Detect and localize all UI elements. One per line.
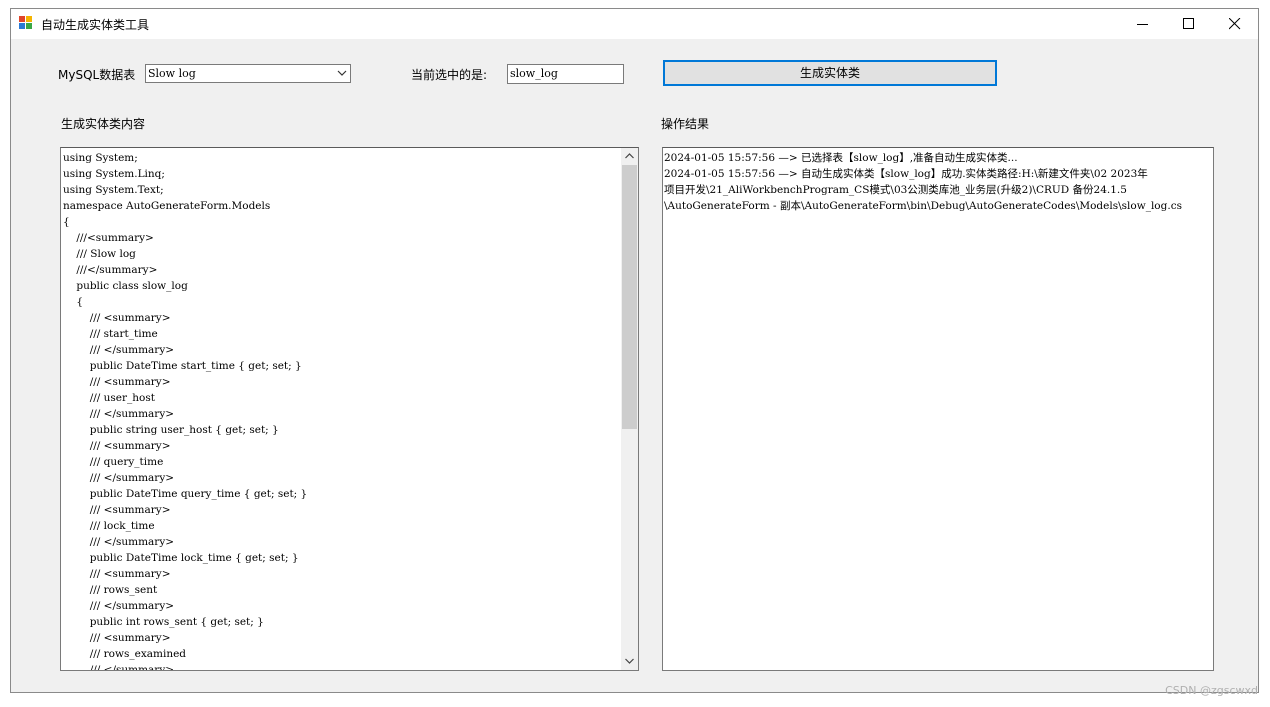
code-line: /// </summary>	[63, 408, 175, 420]
chevron-down-icon[interactable]	[337, 70, 347, 77]
maximize-button[interactable]	[1166, 9, 1212, 39]
chevron-up-icon	[625, 153, 634, 159]
code-line: /// start_time	[63, 328, 158, 340]
table-label: MySQL数据表	[58, 68, 136, 82]
app-icon	[19, 16, 33, 30]
code-panel-label: 生成实体类内容	[61, 117, 146, 131]
code-line: using System;	[63, 152, 138, 164]
result-line: 2024-01-05 15:57:56 —> 已选择表【slow_log】,准备…	[664, 152, 1018, 164]
result-lines: 2024-01-05 15:57:56 —> 已选择表【slow_log】,准备…	[664, 150, 1211, 214]
result-line: 项目开发\21_AliWorkbenchProgram_CS模式\03公测类库池…	[664, 184, 1127, 196]
code-line: public string user_host { get; set; }	[63, 424, 279, 436]
code-line: public int rows_sent { get; set; }	[63, 616, 264, 628]
code-line: /// </summary>	[63, 664, 175, 671]
app-window: 自动生成实体类工具 MySQL数据表 Slow log 当前选中的是: slow…	[10, 8, 1259, 693]
code-line: /// query_time	[63, 456, 164, 468]
generated-code-textbox[interactable]: using System; using System.Linq; using Sys…	[60, 147, 639, 671]
code-line: using System.Text;	[63, 184, 164, 196]
code-line: /// <summary>	[63, 632, 171, 644]
scroll-down-button[interactable]	[621, 653, 638, 670]
result-panel-label: 操作结果	[661, 117, 710, 131]
code-line: /// user_host	[63, 392, 155, 404]
scroll-up-button[interactable]	[621, 148, 638, 165]
code-line: public class slow_log	[63, 280, 188, 292]
watermark: CSDN @zgscwxd	[1165, 684, 1258, 697]
chevron-down-icon	[625, 658, 634, 664]
close-button[interactable]	[1212, 9, 1258, 39]
code-line: using System.Linq;	[63, 168, 165, 180]
selected-label: 当前选中的是:	[411, 68, 488, 82]
code-line: namespace AutoGenerateForm.Models	[63, 200, 271, 212]
code-line: public DateTime start_time { get; set; }	[63, 360, 302, 372]
code-line: /// rows_examined	[63, 648, 187, 660]
code-line: /// </summary>	[63, 536, 175, 548]
code-line: /// </summary>	[63, 600, 175, 612]
code-line: /// <summary>	[63, 568, 171, 580]
generate-entity-button[interactable]: 生成实体类	[663, 60, 997, 86]
code-line: {	[63, 296, 84, 308]
result-line: \AutoGenerateForm - 副本\AutoGenerateForm\…	[664, 200, 1182, 212]
result-line: 2024-01-05 15:57:56 —> 自动生成实体类【slow_log】…	[664, 168, 1148, 180]
result-log-textbox[interactable]: 2024-01-05 15:57:56 —> 已选择表【slow_log】,准备…	[662, 147, 1214, 671]
selected-table-field[interactable]: slow_log	[507, 64, 624, 84]
code-line: /// <summary>	[63, 440, 171, 452]
code-line: ///</summary>	[63, 264, 158, 276]
code-scrollbar[interactable]	[621, 148, 638, 670]
code-line: /// <summary>	[63, 376, 171, 388]
table-select[interactable]: Slow log	[145, 64, 351, 83]
code-line: public DateTime query_time { get; set; }	[63, 488, 308, 500]
maximize-icon	[1183, 18, 1194, 29]
minimize-button[interactable]	[1120, 9, 1166, 39]
minimize-icon	[1137, 24, 1148, 25]
code-lines: using System; using System.Linq; using Sys…	[63, 150, 620, 671]
scroll-thumb[interactable]	[622, 165, 637, 429]
code-line: /// Slow log	[63, 248, 136, 260]
code-line: ///<summary>	[63, 232, 154, 244]
close-icon	[1229, 18, 1241, 30]
code-line: public DateTime lock_time { get; set; }	[63, 552, 299, 564]
table-select-value: Slow log	[148, 67, 196, 80]
code-line: /// rows_sent	[63, 584, 158, 596]
code-line: /// <summary>	[63, 504, 171, 516]
code-line: /// </summary>	[63, 472, 175, 484]
code-line: /// <summary>	[63, 312, 171, 324]
code-line: /// lock_time	[63, 520, 155, 532]
code-line: /// </summary>	[63, 344, 175, 356]
window-title: 自动生成实体类工具	[41, 18, 150, 32]
title-bar[interactable]: 自动生成实体类工具	[11, 9, 1258, 39]
code-line: {	[63, 216, 70, 228]
